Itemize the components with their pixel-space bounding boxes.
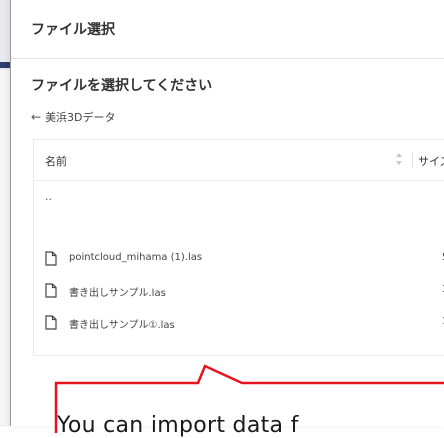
file-icon xyxy=(45,251,57,266)
sort-icon[interactable] xyxy=(395,152,403,166)
back-to-folder-link[interactable]: ← 美浜3Dデータ xyxy=(31,109,116,125)
table-header: 名前 サイズ xyxy=(34,140,444,181)
app-side-panel xyxy=(0,70,10,425)
parent-directory-label: .. xyxy=(45,190,52,203)
column-header-size[interactable]: サイズ xyxy=(418,153,444,169)
file-row[interactable]: 書き出しサンプル①.las 1: xyxy=(34,315,444,354)
parent-directory-row[interactable]: .. xyxy=(34,184,444,223)
file-name: 書き出しサンプル①.las xyxy=(69,320,175,331)
arrow-left-icon: ← xyxy=(31,110,42,124)
file-name: pointcloud_mihama (1).las xyxy=(69,252,203,263)
file-name: 書き出しサンプル.las xyxy=(69,288,166,299)
dialog-header: ファイル選択 xyxy=(11,0,444,59)
column-divider xyxy=(412,152,413,168)
file-table: 名前 サイズ .. pointcloud_mihama (1).las 5- xyxy=(33,139,444,356)
callout-text: You can import data f xyxy=(57,413,299,438)
dialog-subtitle: ファイルを選択してください xyxy=(31,78,213,94)
file-icon xyxy=(45,315,57,330)
file-select-dialog: ファイル選択 ファイルを選択してください ← 美浜3Dデータ 名前 サイズ ..… xyxy=(10,0,444,426)
file-icon xyxy=(45,283,57,298)
column-header-name[interactable]: 名前 xyxy=(45,153,67,169)
dialog-title: ファイル選択 xyxy=(31,22,115,38)
app-header-strip xyxy=(0,62,10,68)
folder-name: 美浜3Dデータ xyxy=(45,111,116,124)
